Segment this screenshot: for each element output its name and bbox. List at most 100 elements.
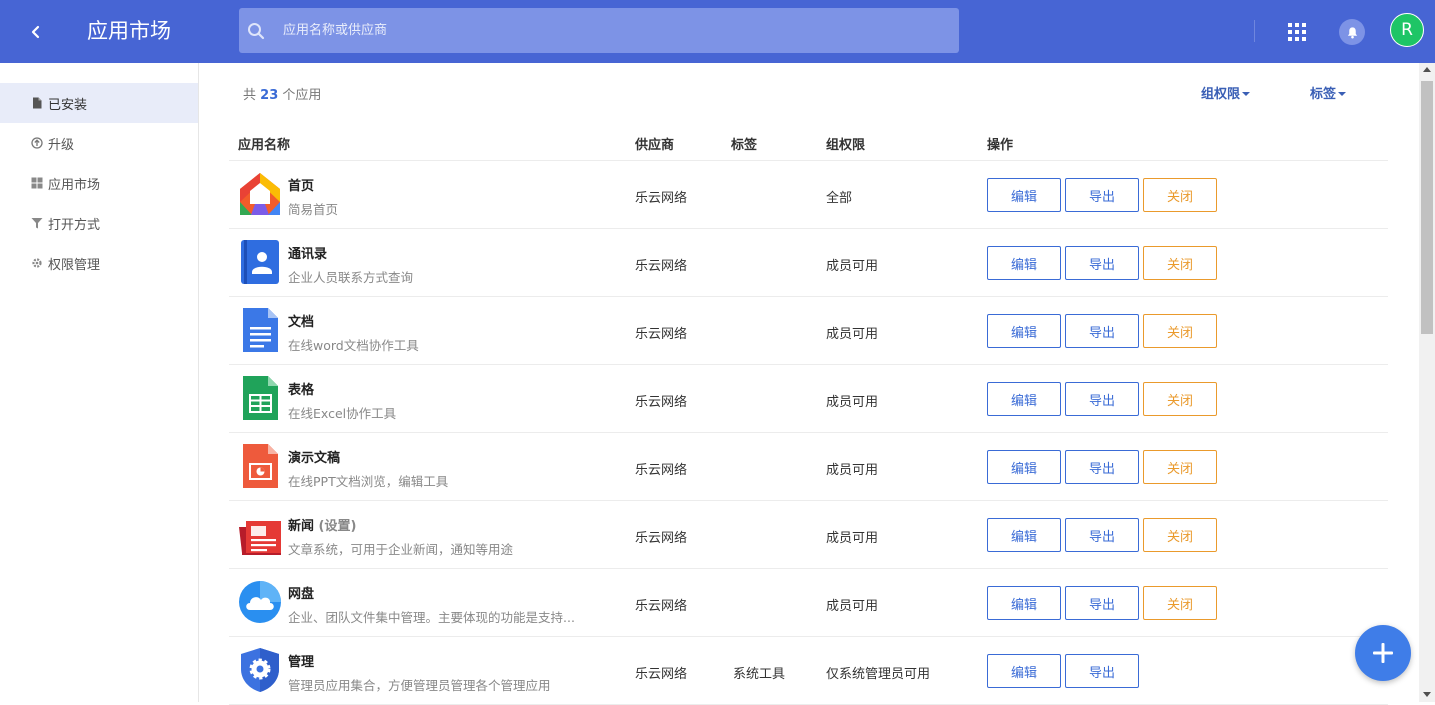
edit-button[interactable]: 编辑 xyxy=(987,178,1061,212)
admin-app-icon xyxy=(241,648,279,692)
search-icon xyxy=(248,22,265,39)
export-button[interactable]: 导出 xyxy=(1065,178,1139,212)
gear-icon xyxy=(31,257,43,269)
close-button[interactable]: 关闭 xyxy=(1143,178,1217,212)
edit-button[interactable]: 编辑 xyxy=(987,382,1061,416)
column-header-vendor[interactable]: 供应商 xyxy=(635,134,674,153)
edit-button[interactable]: 编辑 xyxy=(987,654,1061,688)
permission-cell: 成员可用 xyxy=(826,395,879,410)
sidebar-item-label: 已安装 xyxy=(48,97,88,113)
close-button[interactable]: 关闭 xyxy=(1143,382,1217,416)
add-app-button[interactable] xyxy=(1355,625,1411,681)
edit-button[interactable]: 编辑 xyxy=(987,314,1061,348)
sidebar-item-label: 升级 xyxy=(48,137,75,153)
app-name[interactable]: 通讯录 xyxy=(288,243,327,262)
permission-cell: 成员可用 xyxy=(826,599,879,614)
tag-filter-dropdown[interactable]: 标签 xyxy=(1310,83,1347,102)
search-input[interactable] xyxy=(283,23,959,38)
app-count: 共 23 个应用 xyxy=(243,88,322,103)
export-button[interactable]: 导出 xyxy=(1065,314,1139,348)
permission-cell: 全部 xyxy=(826,191,853,206)
app-name[interactable]: 演示文稿 xyxy=(288,447,340,466)
sheets-app-icon xyxy=(243,376,278,420)
scroll-down-arrow-icon[interactable] xyxy=(1423,692,1431,697)
sidebar-item-app-market[interactable]: 应用市场 xyxy=(0,163,198,203)
close-button[interactable]: 关闭 xyxy=(1143,450,1217,484)
sidebar-item-upgrade[interactable]: 升级 xyxy=(0,123,198,163)
notification-button[interactable] xyxy=(1339,19,1365,45)
app-name[interactable]: 新闻 (设置) xyxy=(288,515,356,534)
edit-button[interactable]: 编辑 xyxy=(987,518,1061,552)
table-row: 首页 简易首页 乐云网络 全部 编辑 导出 关闭 xyxy=(229,161,1388,229)
app-description: 在线word文档协作工具 xyxy=(288,338,419,353)
export-button[interactable]: 导出 xyxy=(1065,382,1139,416)
caret-down-icon xyxy=(1338,91,1347,96)
app-description: 简易首页 xyxy=(288,202,339,217)
docs-app-icon xyxy=(243,308,278,352)
app-name[interactable]: 首页 xyxy=(288,175,314,194)
column-header-permission[interactable]: 组权限 xyxy=(826,134,865,153)
scrollbar-thumb[interactable] xyxy=(1421,81,1433,334)
column-header-name[interactable]: 应用名称 xyxy=(238,134,290,153)
app-name[interactable]: 文档 xyxy=(288,311,314,330)
edit-button[interactable]: 编辑 xyxy=(987,246,1061,280)
table-row: 通讯录 企业人员联系方式查询 乐云网络 成员可用 编辑 导出 关闭 xyxy=(229,229,1388,297)
app-name[interactable]: 管理 xyxy=(288,651,314,670)
contacts-app-icon xyxy=(241,240,279,284)
export-button[interactable]: 导出 xyxy=(1065,518,1139,552)
sidebar-item-permissions[interactable]: 权限管理 xyxy=(0,243,198,283)
sidebar-item-installed[interactable]: 已安装 xyxy=(0,83,198,123)
sidebar-item-label: 打开方式 xyxy=(48,217,101,233)
app-description: 管理员应用集合，方便管理员管理各个管理应用 xyxy=(288,678,551,693)
page-title: 应用市场 xyxy=(87,19,171,43)
sidebar: 已安装 升级 应用市场 打开方式 权限管理 xyxy=(0,63,199,702)
export-button[interactable]: 导出 xyxy=(1065,654,1139,688)
column-header-actions: 操作 xyxy=(987,138,1014,153)
edit-button[interactable]: 编辑 xyxy=(987,450,1061,484)
export-button[interactable]: 导出 xyxy=(1065,450,1139,484)
sidebar-item-label: 权限管理 xyxy=(48,257,101,273)
slides-app-icon xyxy=(243,444,278,488)
table-row: 网盘 企业、团队文件集中管理。主要体现的功能是支持... 乐云网络 成员可用 编… xyxy=(229,569,1388,637)
apps-grid-icon[interactable] xyxy=(1288,23,1306,41)
sidebar-item-label: 应用市场 xyxy=(48,177,101,193)
scroll-up-arrow-icon[interactable] xyxy=(1423,67,1431,72)
app-name[interactable]: 表格 xyxy=(288,379,314,398)
close-button[interactable]: 关闭 xyxy=(1143,314,1217,348)
app-description: 文章系统，可用于企业新闻，通知等用途 xyxy=(288,542,514,557)
vendor-cell: 乐云网络 xyxy=(635,327,688,342)
export-button[interactable]: 导出 xyxy=(1065,586,1139,620)
vendor-cell: 乐云网络 xyxy=(635,531,688,546)
close-button[interactable]: 关闭 xyxy=(1143,518,1217,552)
app-description: 企业人员联系方式查询 xyxy=(288,270,414,285)
close-button[interactable]: 关闭 xyxy=(1143,246,1217,280)
sidebar-item-open-with[interactable]: 打开方式 xyxy=(0,203,198,243)
permission-cell: 成员可用 xyxy=(826,259,879,274)
permission-filter-dropdown[interactable]: 组权限 xyxy=(1201,83,1251,102)
table-row: 文档 在线word文档协作工具 乐云网络 成员可用 编辑 导出 关闭 xyxy=(229,297,1388,365)
file-icon xyxy=(31,97,43,109)
close-button[interactable]: 关闭 xyxy=(1143,586,1217,620)
vendor-cell: 乐云网络 xyxy=(635,599,688,614)
cloud-drive-app-icon xyxy=(239,581,281,623)
vendor-cell: 乐云网络 xyxy=(635,463,688,478)
export-button[interactable]: 导出 xyxy=(1065,246,1139,280)
table-row: 新闻 (设置) 文章系统，可用于企业新闻，通知等用途 乐云网络 成员可用 编辑 … xyxy=(229,501,1388,569)
chevron-left-icon xyxy=(31,25,40,39)
permission-cell: 成员可用 xyxy=(826,463,879,478)
vendor-cell: 乐云网络 xyxy=(635,395,688,410)
vendor-cell: 乐云网络 xyxy=(635,667,688,682)
user-avatar[interactable]: R xyxy=(1390,13,1424,47)
vendor-cell: 乐云网络 xyxy=(635,259,688,274)
settings-link[interactable]: (设置) xyxy=(319,519,357,534)
grid-icon xyxy=(31,177,43,189)
search-bar[interactable] xyxy=(239,8,959,53)
top-header: 应用市场 R xyxy=(0,0,1435,63)
back-button[interactable] xyxy=(22,18,50,46)
column-header-tag[interactable]: 标签 xyxy=(731,134,757,153)
vendor-cell: 乐云网络 xyxy=(635,191,688,206)
app-name[interactable]: 网盘 xyxy=(288,583,314,602)
caret-down-icon xyxy=(1242,91,1251,96)
news-app-icon xyxy=(239,521,281,555)
edit-button[interactable]: 编辑 xyxy=(987,586,1061,620)
